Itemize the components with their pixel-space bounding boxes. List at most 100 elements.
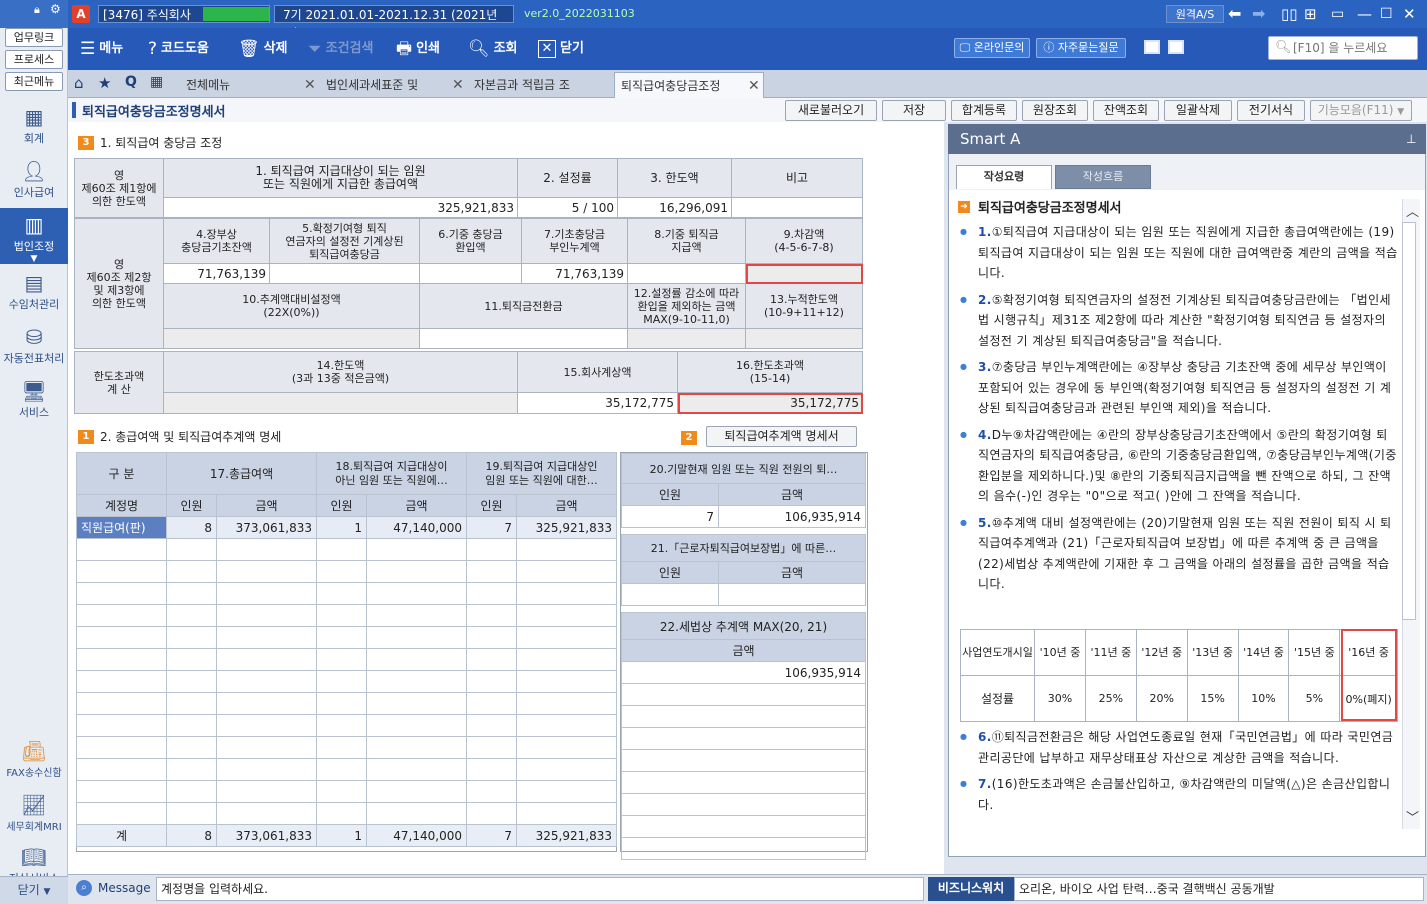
empty-cell[interactable]	[316, 538, 367, 561]
empty-cell[interactable]	[516, 648, 617, 671]
amount-cell[interactable]: 47,140,000	[366, 516, 467, 539]
empty-cell[interactable]	[516, 714, 617, 737]
empty-cell[interactable]	[466, 582, 517, 605]
sidebar-item-client-management[interactable]: ▤ 수임처관리	[0, 266, 68, 320]
reversal-value[interactable]	[419, 263, 522, 284]
table-row[interactable]	[76, 538, 617, 561]
delete-button[interactable]: 🗑︎ 삭제	[238, 36, 288, 62]
empty-cell[interactable]	[166, 758, 217, 781]
limit-value[interactable]: 16,296,091	[617, 197, 732, 218]
empty-cell[interactable]	[466, 670, 517, 693]
pin-icon[interactable]: ⊥	[1406, 124, 1416, 154]
empty-cell[interactable]	[366, 802, 467, 825]
empty-cell[interactable]	[166, 736, 217, 759]
empty-cell[interactable]	[216, 626, 317, 649]
sidebar-item-service[interactable]: 🖥︎ 서비스	[0, 374, 68, 428]
table-row[interactable]	[76, 604, 617, 627]
rate-value[interactable]: 5 / 100	[517, 197, 618, 218]
total-register-button[interactable]: 합계등록	[951, 100, 1017, 121]
empty-cell[interactable]	[216, 604, 317, 627]
lock-icon[interactable]: 🔒︎	[34, 3, 40, 17]
view-split-icon[interactable]	[1168, 40, 1184, 54]
empty-cell[interactable]	[366, 582, 467, 605]
empty-cell[interactable]	[316, 714, 367, 737]
code-help-button[interactable]: ? 코드도움	[148, 36, 209, 62]
empty-cell[interactable]	[516, 692, 617, 715]
reload-button[interactable]: 새로불러오기	[785, 100, 877, 121]
account-name-cell[interactable]: 직원급여(판)	[76, 516, 167, 539]
condition-search-button[interactable]: ⏷ 조건검색	[308, 36, 373, 62]
empty-cell[interactable]	[216, 758, 317, 781]
search-icon[interactable]: Q	[125, 74, 137, 90]
empty-cell[interactable]	[316, 648, 367, 671]
empty-cell[interactable]	[366, 604, 467, 627]
empty-cell[interactable]	[166, 802, 217, 825]
empty-cell[interactable]	[76, 758, 167, 781]
empty-cell[interactable]	[166, 560, 217, 583]
count-cell[interactable]: 8	[166, 516, 217, 539]
chevron-down-icon[interactable]: ﹀	[1406, 807, 1419, 826]
empty-cell[interactable]	[76, 604, 167, 627]
empty-cell[interactable]	[216, 692, 317, 715]
close-icon[interactable]: ✕	[304, 72, 316, 98]
empty-cell[interactable]	[216, 582, 317, 605]
chevron-up-icon[interactable]: ︿	[1406, 201, 1419, 220]
table-row[interactable]	[76, 626, 617, 649]
forward-arrow-icon[interactable]: ➡	[1252, 5, 1265, 23]
empty-cell[interactable]	[366, 758, 467, 781]
smart-scroll-thumb[interactable]	[1402, 222, 1416, 620]
empty-cell[interactable]	[366, 626, 467, 649]
empty-cell[interactable]	[316, 670, 367, 693]
count-cell[interactable]: 7	[466, 516, 517, 539]
minimize-icon[interactable]: —	[1357, 5, 1372, 23]
empty-cell[interactable]	[316, 626, 367, 649]
empty-cell[interactable]	[216, 538, 317, 561]
tab-all-menu[interactable]: 전체메뉴	[174, 72, 304, 98]
company-field[interactable]: [3476] 주식회사	[98, 5, 270, 23]
table-row[interactable]	[76, 692, 617, 715]
empty-cell[interactable]	[516, 538, 617, 561]
empty-cell[interactable]	[316, 692, 367, 715]
empty-cell[interactable]	[76, 780, 167, 803]
empty-cell[interactable]	[76, 626, 167, 649]
back-arrow-icon[interactable]: ⬅	[1228, 5, 1241, 23]
table-row[interactable]	[76, 560, 617, 583]
total-salary-value[interactable]: 325,921,833	[163, 197, 518, 218]
table-row[interactable]	[76, 780, 617, 803]
table-row[interactable]	[76, 714, 617, 737]
empty-cell[interactable]	[516, 780, 617, 803]
empty-cell[interactable]	[76, 582, 167, 605]
sidebar-item-mri[interactable]: 📈︎ 세무회계MRI	[0, 788, 68, 842]
empty-cell[interactable]	[216, 714, 317, 737]
empty-cell[interactable]	[316, 736, 367, 759]
tab-tax-base[interactable]: ✕ 법인세과세표준 및	[304, 72, 452, 98]
empty-cell[interactable]	[216, 560, 317, 583]
tab-retirement-allowance[interactable]: 퇴직급여충당금조정 ✕	[614, 72, 764, 98]
empty-cell[interactable]	[366, 780, 467, 803]
empty-cell[interactable]	[516, 582, 617, 605]
tab-capital-reserve[interactable]: ✕ 자본금과 적립금 조	[452, 72, 600, 98]
sidebar-item-auto-voucher[interactable]: ⛁ 자동전표처리	[0, 320, 68, 374]
ledger-view-button[interactable]: 원장조회	[1022, 100, 1088, 121]
view-single-icon[interactable]	[1144, 40, 1160, 54]
table-row[interactable]	[76, 670, 617, 693]
empty-cell[interactable]	[316, 582, 367, 605]
balance-view-button[interactable]: 잔액조회	[1093, 100, 1159, 121]
close-button[interactable]: ✕ 닫기	[538, 36, 584, 62]
faq-button[interactable]: ⓘ 자주묻는질문	[1036, 38, 1126, 58]
conversion-value[interactable]	[419, 328, 628, 349]
sidebar-item-accounting[interactable]: ▦ 회계	[0, 100, 68, 154]
empty-cell[interactable]	[216, 736, 317, 759]
empty-cell[interactable]	[316, 758, 367, 781]
empty-cell[interactable]	[366, 648, 467, 671]
maximize-icon[interactable]: ☐	[1380, 5, 1393, 23]
empty-cell[interactable]	[516, 560, 617, 583]
empty-cell[interactable]	[516, 802, 617, 825]
empty-cell[interactable]	[366, 736, 467, 759]
count-cell[interactable]: 1	[316, 516, 367, 539]
quick-link-button[interactable]: 업무링크	[5, 28, 63, 47]
menu-button[interactable]: ☰ 메뉴	[80, 36, 123, 62]
book-icon[interactable]: ▯▯	[1281, 5, 1298, 23]
online-inquiry-button[interactable]: 🖵︎ 온라인문의	[954, 38, 1030, 58]
empty-cell[interactable]	[166, 538, 217, 561]
